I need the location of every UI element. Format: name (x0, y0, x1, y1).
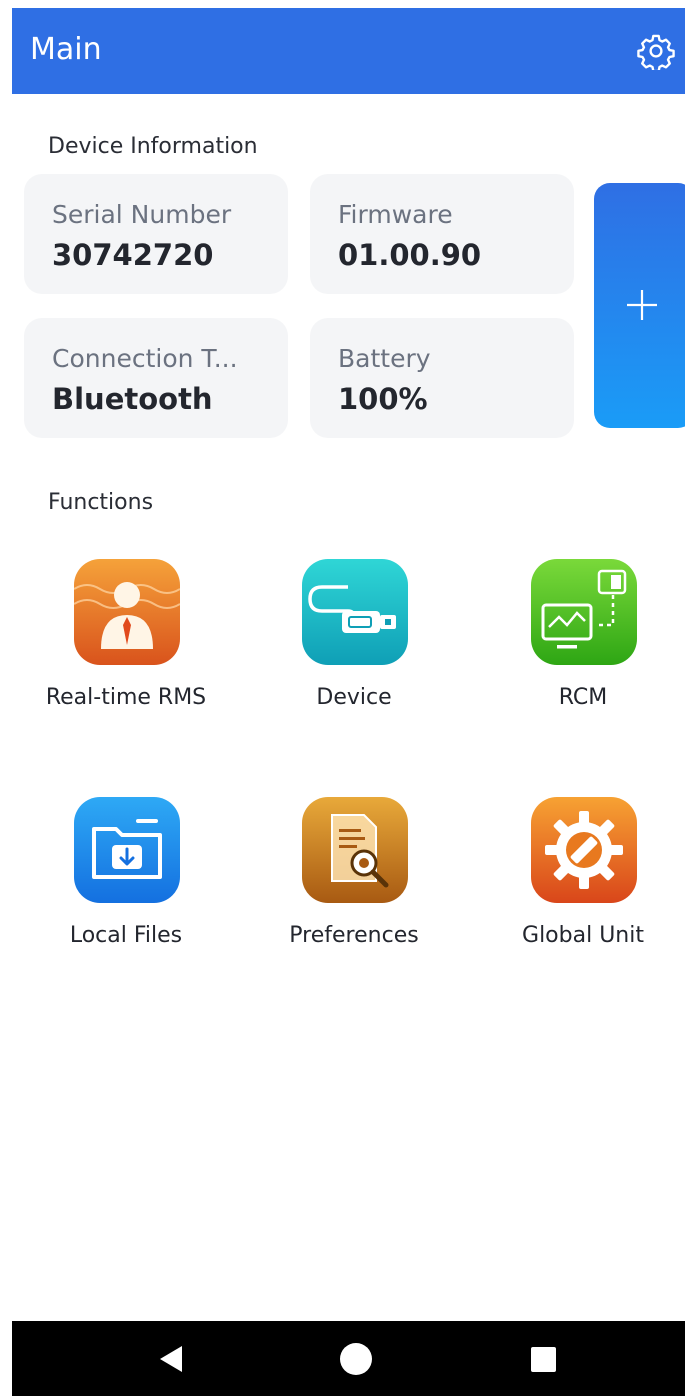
connection-type-value: Bluetooth (52, 382, 213, 416)
functions-heading: Functions (48, 490, 154, 515)
device-information-heading: Device Information (48, 134, 258, 159)
settings-button[interactable] (637, 32, 675, 73)
monitor-chart-icon (531, 559, 637, 665)
firmware-value: 01.00.90 (338, 238, 482, 272)
function-label: Preferences (289, 923, 419, 948)
battery-value: 100% (338, 382, 428, 416)
back-button[interactable] (152, 1342, 186, 1376)
home-circle-icon (340, 1343, 372, 1375)
firmware-card: Firmware 01.00.90 (310, 174, 574, 294)
function-label: RCM (558, 685, 608, 710)
function-rcm[interactable]: RCM (488, 559, 678, 739)
document-search-icon (302, 797, 408, 903)
app-bar: Main (12, 8, 685, 94)
home-button[interactable] (339, 1342, 373, 1376)
function-label: Device (316, 685, 392, 710)
gear-ruler-icon (531, 797, 637, 903)
function-device[interactable]: Device (259, 559, 449, 739)
person-wave-icon (74, 559, 180, 665)
plus-icon (627, 290, 657, 320)
gear-icon (637, 34, 675, 73)
function-label: Real-time RMS (45, 685, 207, 710)
function-global-unit[interactable]: Global Unit (488, 797, 678, 977)
function-label: Global Unit (522, 923, 644, 948)
battery-card: Battery 100% (310, 318, 574, 438)
add-device-button[interactable] (594, 183, 685, 428)
function-label: Local Files (69, 923, 183, 948)
function-preferences[interactable]: Preferences (259, 797, 449, 977)
recents-square-icon (531, 1347, 556, 1372)
function-real-time-rms[interactable]: Real-time RMS (31, 559, 221, 739)
folder-download-icon (74, 797, 180, 903)
main-screen: Main Device Information Serial Number 30… (12, 8, 685, 1321)
recents-button[interactable] (526, 1342, 560, 1376)
firmware-label: Firmware (338, 200, 453, 229)
page-title: Main (30, 32, 102, 67)
function-local-files[interactable]: Local Files (31, 797, 221, 977)
connection-type-label: Connection T... (52, 344, 238, 373)
serial-number-label: Serial Number (52, 200, 232, 229)
battery-label: Battery (338, 344, 431, 373)
connection-type-card: Connection T... Bluetooth (24, 318, 288, 438)
serial-number-value: 30742720 (52, 238, 214, 272)
serial-number-card: Serial Number 30742720 (24, 174, 288, 294)
system-nav-bar (12, 1321, 685, 1396)
usb-cable-icon (302, 559, 408, 665)
back-triangle-icon (160, 1346, 182, 1372)
